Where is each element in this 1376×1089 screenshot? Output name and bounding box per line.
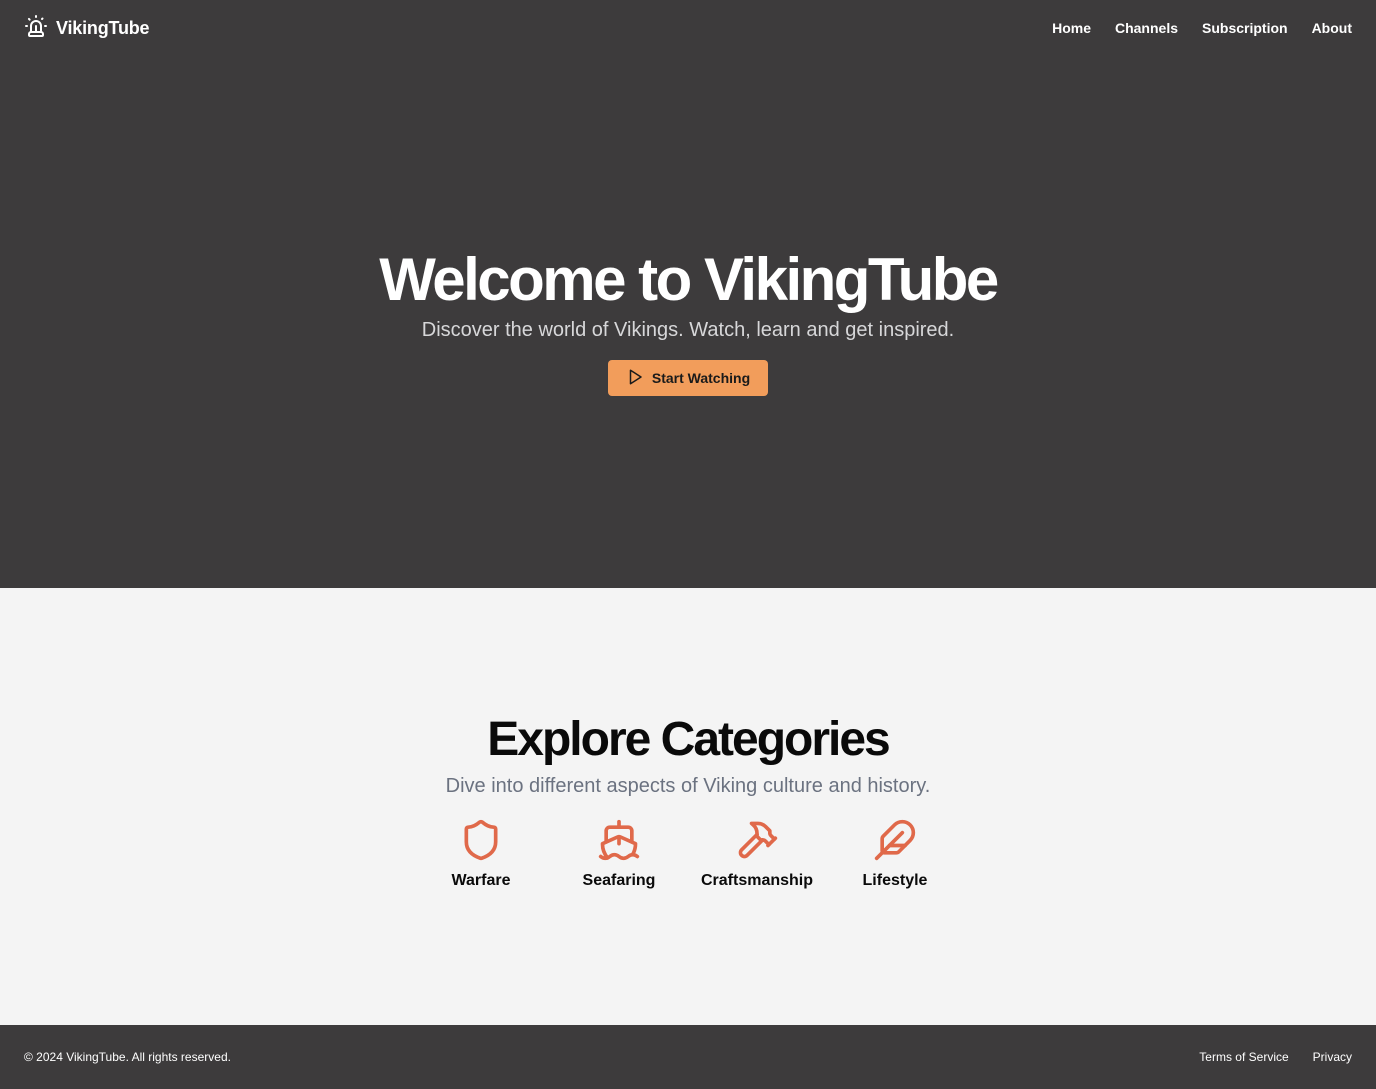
category-list: Warfare Seafaring Craftsmanship Lifestyl…	[412, 816, 964, 890]
shield-icon	[457, 816, 505, 864]
ship-icon	[595, 816, 643, 864]
terms-of-service-link[interactable]: Terms of Service	[1199, 1050, 1288, 1064]
category-warfare[interactable]: Warfare	[412, 816, 550, 890]
category-label: Craftsmanship	[700, 872, 814, 889]
hammer-icon	[733, 816, 781, 864]
start-watching-button[interactable]: Start Watching	[608, 360, 768, 396]
category-craftsmanship[interactable]: Craftsmanship	[688, 816, 826, 890]
copyright-text: © 2024 VikingTube. All rights reserved.	[24, 1050, 231, 1064]
category-label: Warfare	[451, 872, 511, 889]
category-seafaring[interactable]: Seafaring	[550, 816, 688, 890]
explore-section: Explore Categories Dive into different a…	[0, 588, 1376, 1025]
main-nav: Home Channels Subscription About	[1052, 20, 1352, 36]
nav-home[interactable]: Home	[1052, 20, 1091, 36]
site-header: VikingTube Home Channels Subscription Ab…	[0, 0, 1376, 56]
nav-channels[interactable]: Channels	[1115, 20, 1178, 36]
play-icon	[626, 368, 644, 389]
category-lifestyle[interactable]: Lifestyle	[826, 816, 964, 890]
explore-title: Explore Categories	[487, 713, 890, 766]
category-label: Lifestyle	[862, 872, 928, 889]
site-footer: © 2024 VikingTube. All rights reserved. …	[0, 1025, 1376, 1089]
start-watching-label: Start Watching	[651, 370, 751, 386]
siren-icon	[24, 14, 48, 43]
category-label: Seafaring	[582, 872, 656, 889]
feather-icon	[871, 816, 919, 864]
privacy-link[interactable]: Privacy	[1313, 1050, 1352, 1064]
hero-title: Welcome to VikingTube	[379, 246, 999, 313]
hero-section: Welcome to VikingTube Discover the world…	[0, 56, 1376, 588]
hero-subtitle: Discover the world of Vikings. Watch, le…	[421, 319, 955, 341]
footer-links: Terms of Service Privacy	[1199, 1050, 1352, 1064]
explore-subtitle: Dive into different aspects of Viking cu…	[445, 775, 931, 797]
nav-about[interactable]: About	[1312, 20, 1352, 36]
brand-logo-link[interactable]: VikingTube	[24, 14, 150, 43]
nav-subscription[interactable]: Subscription	[1202, 20, 1288, 36]
brand-name: VikingTube	[56, 17, 150, 38]
